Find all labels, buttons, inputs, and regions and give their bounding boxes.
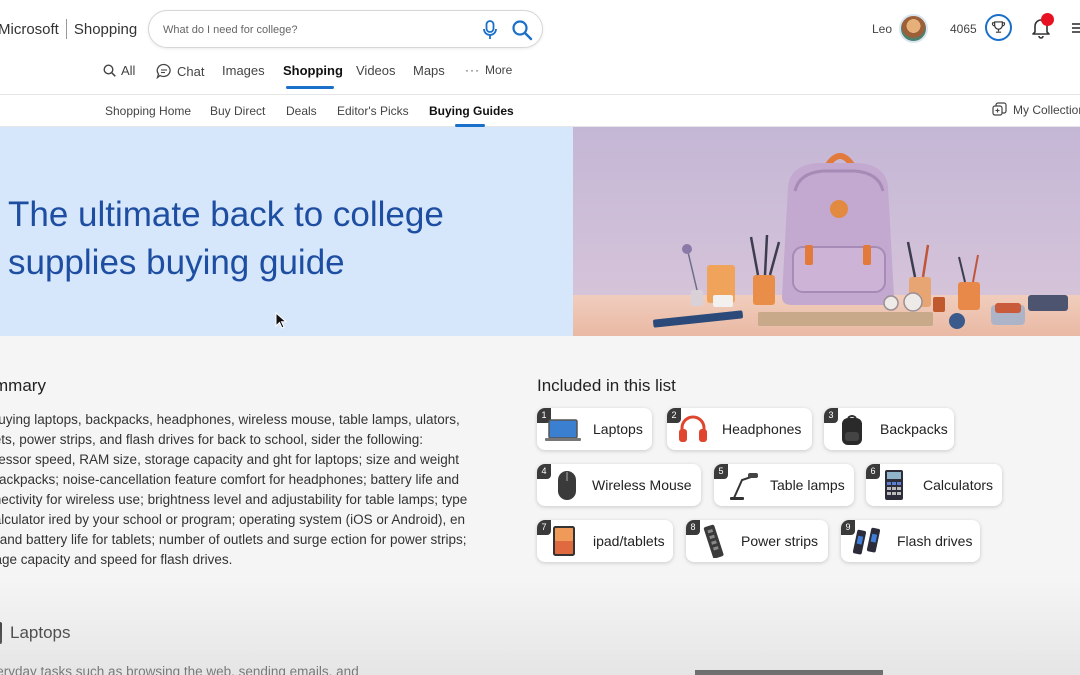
- microphone-icon[interactable]: [482, 20, 498, 40]
- list-chip-backpacks[interactable]: 3 Backpacks: [824, 408, 954, 450]
- summary-heading: mmary: [0, 376, 46, 395]
- subnav-buying-guides[interactable]: Buying Guides: [429, 104, 514, 118]
- scope-chat[interactable]: Chat: [156, 63, 204, 79]
- list-chip-laptops[interactable]: 1 Laptops: [537, 408, 652, 450]
- search-icon[interactable]: [511, 19, 533, 41]
- summary-text: en buying laptops, backpacks, headphones…: [0, 412, 468, 567]
- laptops-section-text: everyday tasks such as browsing the web,…: [0, 664, 359, 675]
- list-chip-table-lamps[interactable]: 5 Table lamps: [714, 464, 854, 506]
- search-input[interactable]: [163, 20, 463, 40]
- scope-label: Maps: [413, 63, 445, 78]
- chip-label: Wireless Mouse: [592, 477, 692, 493]
- brand-divider: [65, 19, 67, 39]
- brand-sub: Shopping: [73, 20, 138, 38]
- laptop-section-icon: [0, 622, 2, 644]
- mouse-cursor-icon: [275, 312, 287, 329]
- list-chip-wireless-mouse[interactable]: 4 Wireless Mouse: [537, 464, 701, 506]
- chip-label: ipad/tablets: [593, 533, 665, 549]
- calculator-icon: [885, 470, 903, 500]
- more-icon: ···: [465, 63, 480, 77]
- chip-label: Calculators: [923, 477, 994, 493]
- included-list-heading: Included in this list: [537, 376, 676, 395]
- scope-shopping[interactable]: Shopping: [283, 63, 343, 78]
- lamp-icon: [730, 473, 758, 500]
- list-chip-calculators[interactable]: 6 Calculators: [866, 464, 1002, 506]
- search-scopes: All Chat Images Shopping Videos Maps ···…: [0, 58, 640, 89]
- laptops-section-heading: Laptops: [0, 622, 71, 644]
- tablet-icon: [553, 526, 575, 556]
- backpack-icon: [842, 415, 862, 445]
- notification-badge: [1041, 13, 1054, 26]
- list-chip-ipad-tablets[interactable]: 7 ipad/tablets: [537, 520, 673, 562]
- chat-icon: [156, 63, 171, 79]
- scope-label: All: [121, 63, 136, 78]
- scope-label: Videos: [356, 63, 396, 78]
- rewards-trophy-icon[interactable]: [985, 14, 1012, 41]
- scope-label: Shopping: [283, 63, 343, 78]
- scope-label: More: [485, 63, 513, 77]
- brand-logo[interactable]: Microsoft Shopping: [0, 19, 137, 39]
- subnav-shopping-home[interactable]: Shopping Home: [105, 104, 191, 118]
- search-icon: [103, 64, 116, 77]
- flash-drive-icon: [852, 527, 881, 555]
- collections-icon: [992, 102, 1007, 116]
- chip-label: Headphones: [722, 421, 802, 437]
- subnav-buy-direct[interactable]: Buy Direct: [210, 104, 265, 118]
- chip-label: Table lamps: [770, 477, 845, 493]
- scope-maps[interactable]: Maps: [413, 63, 445, 78]
- active-scope-indicator: [286, 86, 334, 89]
- scope-videos[interactable]: Videos: [356, 63, 396, 78]
- headphones-icon: [679, 415, 707, 442]
- search-box: [148, 10, 543, 48]
- mouse-icon: [558, 471, 576, 500]
- chip-label: Power strips: [741, 533, 819, 549]
- brand-main: Microsoft: [0, 20, 59, 38]
- hero-banner: The ultimate back to college supplies bu…: [0, 127, 573, 336]
- scope-label: Chat: [177, 63, 205, 79]
- hamburger-menu-icon[interactable]: [1072, 22, 1080, 34]
- chip-label: Backpacks: [880, 421, 948, 437]
- my-collections-button[interactable]: My Collection: [992, 102, 1080, 117]
- chip-label: Laptops: [593, 421, 643, 437]
- rewards-points[interactable]: 4065: [950, 22, 977, 36]
- bottom-fade-overlay: [0, 580, 1080, 675]
- page-title: The ultimate back to college supplies bu…: [8, 195, 444, 282]
- scope-more[interactable]: ··· More: [465, 63, 512, 77]
- subnav-deals[interactable]: Deals: [286, 104, 317, 118]
- list-chip-power-strips[interactable]: 8 Power strips: [686, 520, 828, 562]
- subnav-editors-picks[interactable]: Editor's Picks: [337, 104, 409, 118]
- chip-label: Flash drives: [897, 533, 973, 549]
- power-strip-icon: [703, 524, 724, 558]
- scope-images[interactable]: Images: [222, 63, 265, 78]
- user-name[interactable]: Leo: [872, 22, 892, 36]
- shopping-subnav: Shopping Home Buy Direct Deals Editor's …: [0, 94, 1080, 127]
- laptops-heading-label: Laptops: [10, 623, 71, 642]
- avatar[interactable]: [899, 14, 928, 43]
- product-image-edge: [695, 670, 883, 675]
- hero-backpack-image: [573, 127, 1080, 336]
- list-chip-flash-drives[interactable]: 9 Flash drives: [841, 520, 980, 562]
- scope-label: Images: [222, 63, 265, 78]
- laptop-icon: [545, 419, 581, 441]
- top-header: Microsoft Shopping Leo 4065: [0, 0, 1080, 94]
- list-chip-headphones[interactable]: 2 Headphones: [667, 408, 812, 450]
- collections-label: My Collection: [1013, 102, 1080, 117]
- scope-all[interactable]: All: [103, 63, 135, 78]
